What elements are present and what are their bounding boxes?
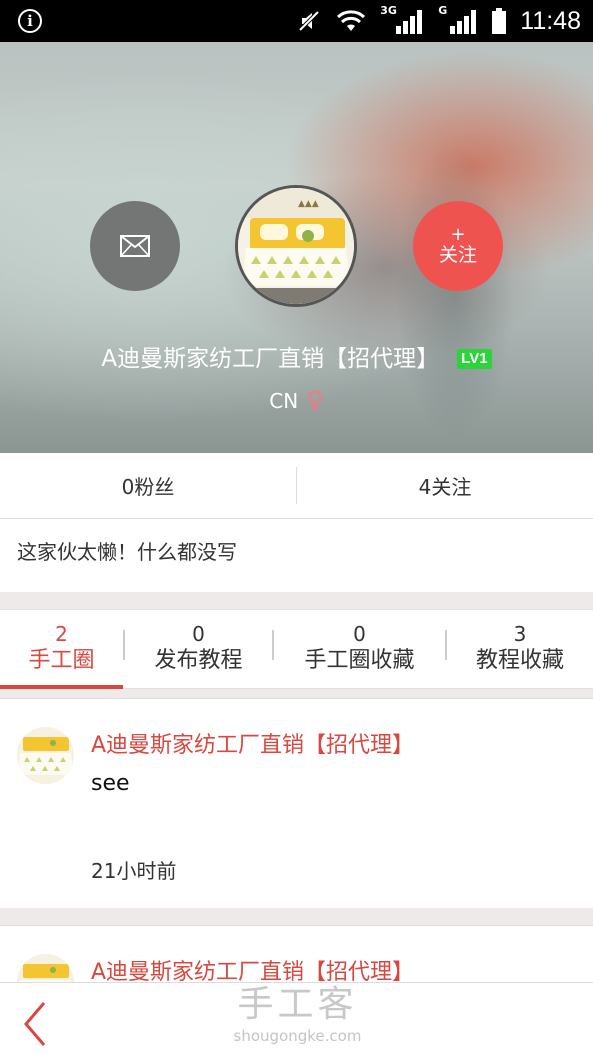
bio-text: 这家伙太懒！什么都没写 [0,519,593,592]
female-icon: ♀ [306,386,324,414]
avatar-brand-text: ▲▲▲ [298,199,319,209]
profile-header: ▲▲▲ + 关注 A迪曼斯家纺工厂直销【招代理】 LV1 CN ♀ [0,42,593,453]
level-badge: LV1 [457,349,492,369]
post-card[interactable]: A迪曼斯家纺工厂直销【招代理】 see 21小时前 [0,698,593,908]
region-label: CN [269,389,299,413]
tab-label: 手工圈收藏 [304,648,415,673]
profile-avatar[interactable]: ▲▲▲ [235,185,357,307]
stats-row: 0粉丝 4关注 [0,453,593,519]
content-tabs: 2 手工圈 0 发布教程 0 手工圈收藏 3 教程收藏 [0,609,593,689]
tab-count: 0 [192,622,205,646]
battery-icon [492,8,507,34]
tab-published-tutorials[interactable]: 0 发布教程 [125,610,272,688]
post-card[interactable]: A迪曼斯家纺工厂直销【招代理】 [0,925,593,1011]
watermark-text: 手工客 [237,984,358,1025]
envelope-icon [120,235,150,257]
mute-icon [298,10,320,32]
tab-tutorial-favorites[interactable]: 3 教程收藏 [447,610,593,688]
tab-circle-favorites[interactable]: 0 手工圈收藏 [274,610,445,688]
bottom-bar: 手工客 shougongke.com [0,982,593,1054]
tab-label: 发布教程 [154,648,243,673]
follow-label: 关注 [438,244,477,266]
wifi-icon [337,10,366,31]
post-time: 21小时前 [91,859,177,883]
back-button[interactable] [18,999,58,1049]
tab-count: 2 [55,622,68,646]
username-row: A迪曼斯家纺工厂直销【招代理】 LV1 [0,339,593,373]
tab-count: 0 [353,622,366,646]
info-icon: i [18,9,42,33]
status-bar: i 3G G 11:48 [0,0,593,42]
signal-3g-icon: 3G [380,4,424,34]
tab-label: 手工圈 [28,648,95,673]
follow-button[interactable]: + 关注 [413,201,503,291]
status-time: 11:48 [520,6,581,35]
tab-count: 3 [513,622,527,646]
plus-icon: + [450,224,466,245]
watermark-url: shougongke.com [233,1027,362,1045]
network-g-label: G [438,4,448,17]
username: A迪曼斯家纺工厂直销【招代理】 [101,346,440,372]
message-button[interactable] [90,201,180,291]
post-content: see [91,771,130,796]
region-row: CN ♀ [0,386,593,414]
post-author[interactable]: A迪曼斯家纺工厂直销【招代理】 [91,727,414,759]
site-watermark: 手工客 shougongke.com [230,983,365,1045]
signal-g-icon: G [438,4,478,34]
tab-label: 教程收藏 [475,648,564,673]
following-count[interactable]: 4关注 [297,453,593,518]
post-avatar[interactable] [17,727,74,784]
network-3g-label: 3G [380,4,397,17]
chevron-left-icon [24,1002,46,1046]
fans-count[interactable]: 0粉丝 [0,453,296,518]
tab-handcraft-circle[interactable]: 2 手工圈 [0,610,123,689]
